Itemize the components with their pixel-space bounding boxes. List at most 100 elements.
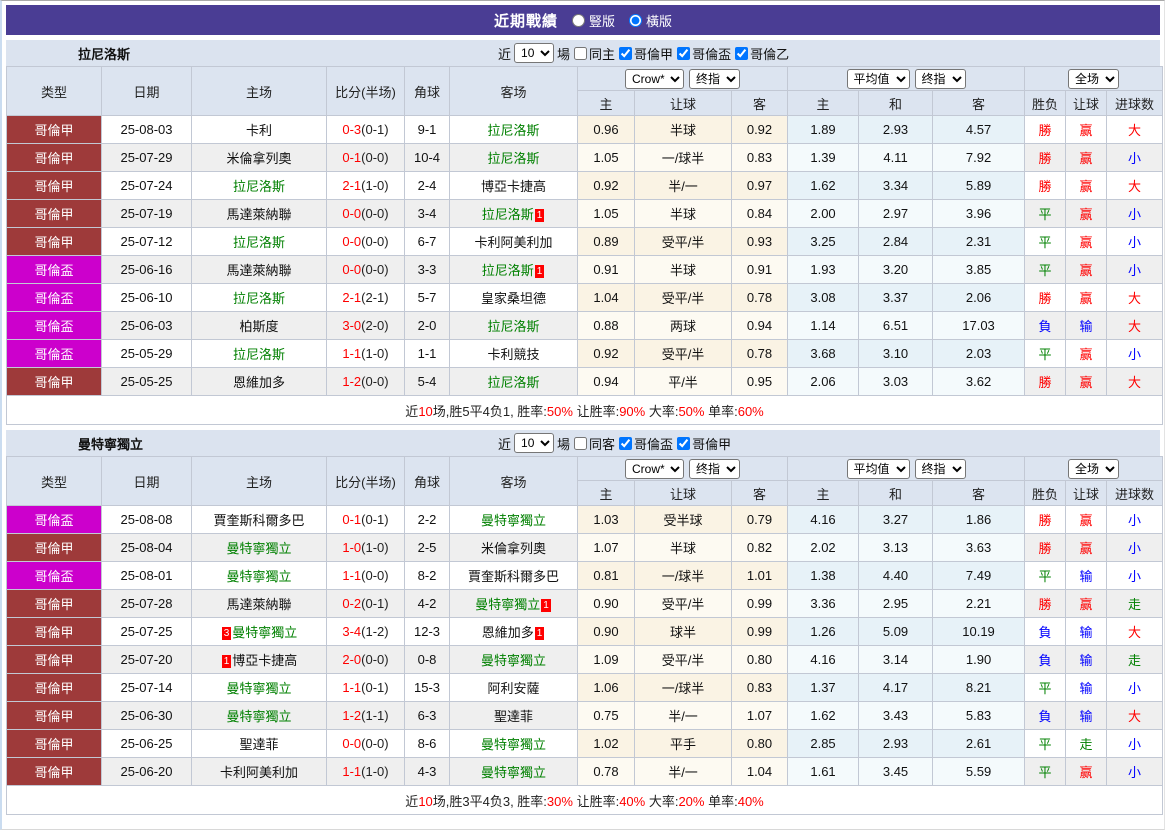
summary-segment: 20%: [678, 793, 705, 809]
same-venue-checkbox[interactable]: [574, 436, 588, 450]
match-date: 25-07-19: [101, 199, 192, 228]
euro-home-odds: 1.39: [787, 143, 860, 172]
same-venue-checkbox[interactable]: [574, 46, 588, 60]
odds-group-header: 平均值 终指: [787, 66, 1026, 91]
asia-handicap-line: 球半: [634, 617, 732, 646]
halftime-score: (0-0): [361, 374, 389, 389]
league-filter-checkbox[interactable]: [619, 436, 633, 450]
goals-result: 小: [1106, 255, 1164, 284]
league-filter-checkbox[interactable]: [677, 436, 691, 450]
team-name: 曼特寧獨立: [78, 436, 144, 452]
period-select[interactable]: 全场: [1068, 68, 1120, 89]
asia-handicap-line: 平手: [634, 729, 732, 758]
league-filter[interactable]: 哥倫甲: [676, 434, 731, 453]
team-label: 曼特寧獨立: [226, 681, 292, 696]
score-cell: 1-1(0-1): [326, 673, 405, 702]
euro-home-odds: 1.62: [787, 171, 860, 200]
euro-away-odds: 3.63: [932, 533, 1026, 562]
wdl-result: 負: [1024, 311, 1067, 340]
euro-draw-odds: 4.11: [858, 143, 934, 172]
euro-stage-select[interactable]: 终指: [914, 68, 966, 89]
team-label: 曼特寧獨立: [480, 737, 546, 752]
euro-draw-odds: 2.84: [858, 227, 934, 256]
asia-handicap-line: 半/一: [634, 171, 732, 200]
euro-away-odds: 10.19: [932, 617, 1026, 646]
halftime-score: (1-0): [361, 540, 389, 555]
bookmaker-select[interactable]: Crow*: [625, 68, 684, 89]
euro-stage-select[interactable]: 终指: [914, 458, 966, 479]
same-venue-filter[interactable]: 同主: [573, 44, 615, 63]
halftime-score: (1-2): [361, 624, 389, 639]
league-filter[interactable]: 哥倫盃: [618, 434, 673, 453]
period-select[interactable]: 全场: [1068, 458, 1120, 479]
games-unit-label: 場: [557, 436, 571, 452]
league-filter-checkbox[interactable]: [677, 46, 691, 60]
match-date: 25-07-29: [101, 143, 192, 172]
asia-home-odds: 1.02: [577, 729, 635, 758]
layout-radio-vertical[interactable]: 豎版: [571, 11, 615, 30]
handicap-result: 赢: [1065, 227, 1108, 256]
league-filter-checkbox[interactable]: [619, 46, 633, 60]
team-cell: 曼特寧獨立: [191, 533, 327, 562]
team-cell: 恩維加多 1: [449, 617, 578, 646]
score-cell: 2-0(0-0): [326, 645, 405, 674]
team-label: 阿利安薩: [487, 681, 540, 696]
league-badge: 哥倫盃: [6, 283, 102, 312]
same-venue-filter[interactable]: 同客: [573, 434, 615, 453]
summary-segment: 大率:: [645, 793, 679, 809]
corners-cell: 4-2: [404, 589, 450, 618]
league-filter-label: 哥倫盃: [634, 436, 674, 452]
handicap-result: 赢: [1065, 199, 1108, 228]
odds-stage-select[interactable]: 终指: [689, 458, 740, 479]
average-select[interactable]: 平均值: [846, 68, 910, 89]
match-row: 哥倫甲 25-07-24 拉尼洛斯 2-1(1-0) 2-4 博亞卡捷高 0.92 半/一 0.…: [6, 171, 1164, 200]
league-filter-checkbox[interactable]: [735, 46, 749, 60]
team-label: 拉尼洛斯: [232, 347, 285, 362]
handicap-result: 输: [1065, 645, 1108, 674]
odds-stage-select[interactable]: 终指: [689, 68, 740, 89]
wdl-result: 勝: [1024, 143, 1067, 172]
column-header: 角球: [404, 66, 450, 116]
summary-segment: 让胜率:: [572, 793, 620, 809]
match-date: 25-08-04: [101, 533, 192, 562]
asia-odds-col-header: 让球: [634, 90, 732, 116]
fulltime-score: 3-0: [342, 318, 362, 333]
card-badge: 1: [221, 655, 232, 668]
vertical-radio-input[interactable]: [571, 13, 585, 27]
euro-away-odds: 17.03: [932, 311, 1026, 340]
corners-cell: 15-3: [404, 673, 450, 702]
corners-cell: 12-3: [404, 617, 450, 646]
handicap-result: 赢: [1065, 115, 1108, 144]
average-select[interactable]: 平均值: [846, 458, 910, 479]
league-filter[interactable]: 哥倫盃: [676, 44, 731, 63]
euro-odds-col-header: 客: [932, 90, 1026, 116]
asia-handicap-line: 平/半: [634, 367, 732, 396]
goals-result: 小: [1106, 339, 1164, 368]
games-count-select[interactable]: 10: [514, 43, 555, 63]
match-row: 哥倫甲 25-07-25 3 曼特寧獨立 3-4(1-2) 12-3 恩維加多 1 0.90 球半…: [6, 617, 1164, 646]
fulltime-score: 0-1: [342, 150, 362, 165]
league-badge: 哥倫甲: [6, 367, 102, 396]
team-cell: 卡利: [191, 115, 327, 144]
asia-away-odds: 0.91: [730, 255, 789, 284]
horizontal-radio-input[interactable]: [629, 13, 642, 27]
match-row: 哥倫甲 25-07-20 1 博亞卡捷高 2-0(0-0) 0-8 曼特寧獨立 1.09 受平/…: [6, 645, 1164, 674]
layout-radio-horizontal[interactable]: 橫版: [629, 11, 672, 30]
league-badge: 哥倫盃: [6, 339, 102, 368]
goals-result: 大: [1106, 115, 1164, 144]
team-cell: 曼特寧獨立: [449, 505, 578, 534]
euro-away-odds: 7.92: [932, 143, 1026, 172]
team-cell: 博亞卡捷高: [449, 171, 578, 200]
card-badge: 1: [534, 627, 545, 640]
page: 近期戰績 豎版 橫版 拉尼洛斯近 10 場同主 哥倫甲 哥倫盃 哥倫乙 类型 日期 主场 比分(半…: [0, 0, 1165, 830]
games-count-select[interactable]: 10: [514, 433, 555, 453]
goals-result: 小: [1106, 561, 1164, 590]
league-filter[interactable]: 哥倫甲: [618, 44, 673, 63]
bookmaker-select[interactable]: Crow*: [625, 458, 684, 479]
asia-away-odds: 0.82: [730, 533, 789, 562]
team-cell: 恩維加多: [191, 367, 327, 396]
match-date: 25-06-03: [101, 311, 192, 340]
asia-home-odds: 1.06: [577, 673, 635, 702]
asia-handicap-line: 半球: [634, 115, 732, 144]
league-filter[interactable]: 哥倫乙: [734, 44, 789, 63]
